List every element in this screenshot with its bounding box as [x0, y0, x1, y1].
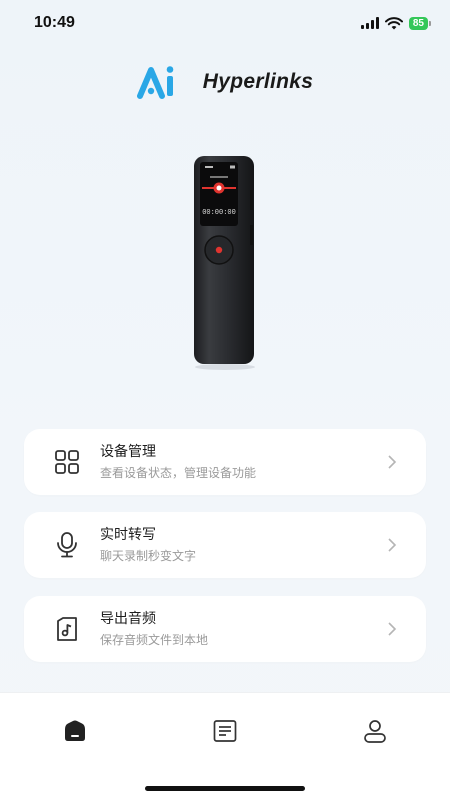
voice-recorder-image: 00:00:00 [180, 150, 270, 375]
card-subtitle: 保存音频文件到本地 [100, 633, 209, 647]
card-title: 设备管理 [100, 444, 156, 460]
brand-name: Hyperlinks [202, 70, 314, 93]
chevron-right-icon [384, 454, 400, 470]
status-time: 10:49 [34, 14, 75, 31]
profile-icon [364, 720, 386, 743]
grid-icon [52, 447, 82, 477]
device-management-card[interactable]: 设备管理 查看设备状态，管理设备功能 [24, 429, 426, 495]
bottom-tab-bar [0, 692, 450, 800]
music-file-icon [52, 614, 82, 644]
tab-records[interactable] [209, 715, 241, 747]
export-audio-card[interactable]: 导出音频 保存音频文件到本地 [24, 596, 426, 662]
ai-logo-icon [136, 66, 174, 99]
home-indicator [145, 786, 305, 791]
app-logo: Hyperlinks [0, 60, 450, 104]
tab-home[interactable] [59, 715, 91, 747]
card-title: 导出音频 [100, 611, 156, 627]
home-icon [65, 720, 85, 741]
list-icon [213, 720, 237, 742]
battery-indicator: 85 [408, 16, 432, 30]
wifi-icon [384, 16, 403, 29]
live-transcription-card[interactable]: 实时转写 聊天录制秒变文字 [24, 512, 426, 578]
chevron-right-icon [384, 537, 400, 553]
tab-profile[interactable] [359, 715, 391, 747]
card-subtitle: 查看设备状态，管理设备功能 [100, 466, 257, 480]
status-icons: 85 [360, 16, 432, 30]
card-title: 实时转写 [100, 527, 156, 543]
status-bar: 10:49 85 [0, 0, 450, 46]
card-subtitle: 聊天录制秒变文字 [100, 549, 197, 563]
device-screen-time: 00:00:00 [202, 209, 236, 217]
signal-icon [360, 17, 379, 29]
chevron-right-icon [384, 621, 400, 637]
microphone-icon [52, 530, 82, 560]
